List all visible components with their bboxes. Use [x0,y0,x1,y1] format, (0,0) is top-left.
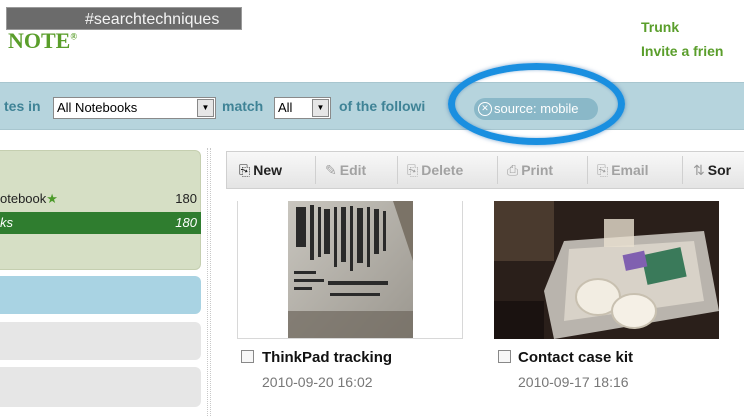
toolbar-separator [397,156,398,184]
notebook-name: ks [0,215,13,230]
notebook-name: otebook [0,191,47,206]
toolbar-separator [587,156,588,184]
delete-label: Delete [421,162,464,178]
toolbar-separator [682,156,683,184]
email-icon: ⎘ [597,162,609,178]
remove-filter-icon[interactable]: ✕ [478,102,492,116]
logo-registered-mark: ® [70,31,78,42]
note-select-checkbox[interactable] [241,350,254,363]
toolbar-separator [497,156,498,184]
edit-icon: ✎ [325,162,337,178]
chevron-down-icon: ▼ [312,99,329,117]
email-label: Email [611,162,649,178]
sidebar-notebook-item[interactable]: otebook★ 180 [0,188,201,210]
toolbar-separator [315,156,316,184]
note-card-contact-case[interactable] [494,201,719,339]
top-links: Trunk Invite a frien [641,15,723,63]
logo-text: NOTE [8,28,71,53]
edit-label: Edit [339,162,367,178]
note-card-thinkpad[interactable] [237,201,463,339]
sort-icon: ⇅ [693,162,705,178]
notebook-count: 180 [175,215,197,230]
print-icon: ⎙ [507,162,519,178]
sidebar: otebook★ 180 ks 180 [0,148,202,416]
print-button[interactable]: ⎙ Print [507,152,553,188]
print-label: Print [521,162,554,178]
note-title[interactable]: ThinkPad tracking [262,349,392,366]
notebook-select[interactable]: All Notebooks ▼ [53,97,216,119]
new-note-icon: ⎘ [239,162,251,178]
note-toolbar: ⎘ New ✎ Edit ⎘ Delete ⎙ Print ⎘ Email ⇅ Sor [226,151,744,189]
note-date: 2010-09-20 16:02 [262,374,373,390]
match-label: match [222,98,264,114]
note-title[interactable]: Contact case kit [518,349,633,366]
note-select-checkbox[interactable] [498,350,511,363]
star-icon: ★ [46,191,58,206]
note-date: 2010-09-17 18:16 [518,374,629,390]
search-suffix-text: of the followi [339,98,426,114]
pane-splitter[interactable] [207,148,211,416]
new-label: New [253,162,282,178]
edit-button[interactable]: ✎ Edit [325,152,366,188]
match-select[interactable]: All ▼ [274,97,331,119]
overlay-hashtag-label: #searchtechniques [6,7,242,30]
new-note-button[interactable]: ⎘ New [239,152,282,188]
delete-icon: ⎘ [407,162,419,178]
app-logo: NOTE® [8,28,77,54]
sidebar-notebook-item-selected[interactable]: ks 180 [0,212,201,234]
sidebar-panel-searches[interactable] [0,322,201,360]
email-button[interactable]: ⎘ Email [597,152,649,188]
note-thumbnail-image [494,201,719,339]
sidebar-panel-tags[interactable] [0,276,201,314]
search-prefix-text: tes in [4,98,41,114]
notebook-count: 180 [175,191,197,206]
notebook-select-value: All Notebooks [57,100,138,115]
match-select-value: All [278,100,293,115]
search-filter-chip[interactable]: ✕ source: mobile [474,98,598,120]
sort-label: Sor [707,162,732,178]
sort-button[interactable]: ⇅ Sor [693,152,731,188]
filter-chip-label: source: mobile [494,101,579,116]
delete-button[interactable]: ⎘ Delete [407,152,463,188]
invite-friend-link[interactable]: Invite a frien [641,39,723,63]
sidebar-panel-attributes[interactable] [0,367,201,407]
note-thumbnail-image [288,201,413,338]
chevron-down-icon: ▼ [197,99,214,117]
trunk-link[interactable]: Trunk [641,15,723,39]
notebooks-panel [0,150,201,270]
saved-search-bar: tes in All Notebooks ▼ match All ▼ of th… [0,82,744,130]
